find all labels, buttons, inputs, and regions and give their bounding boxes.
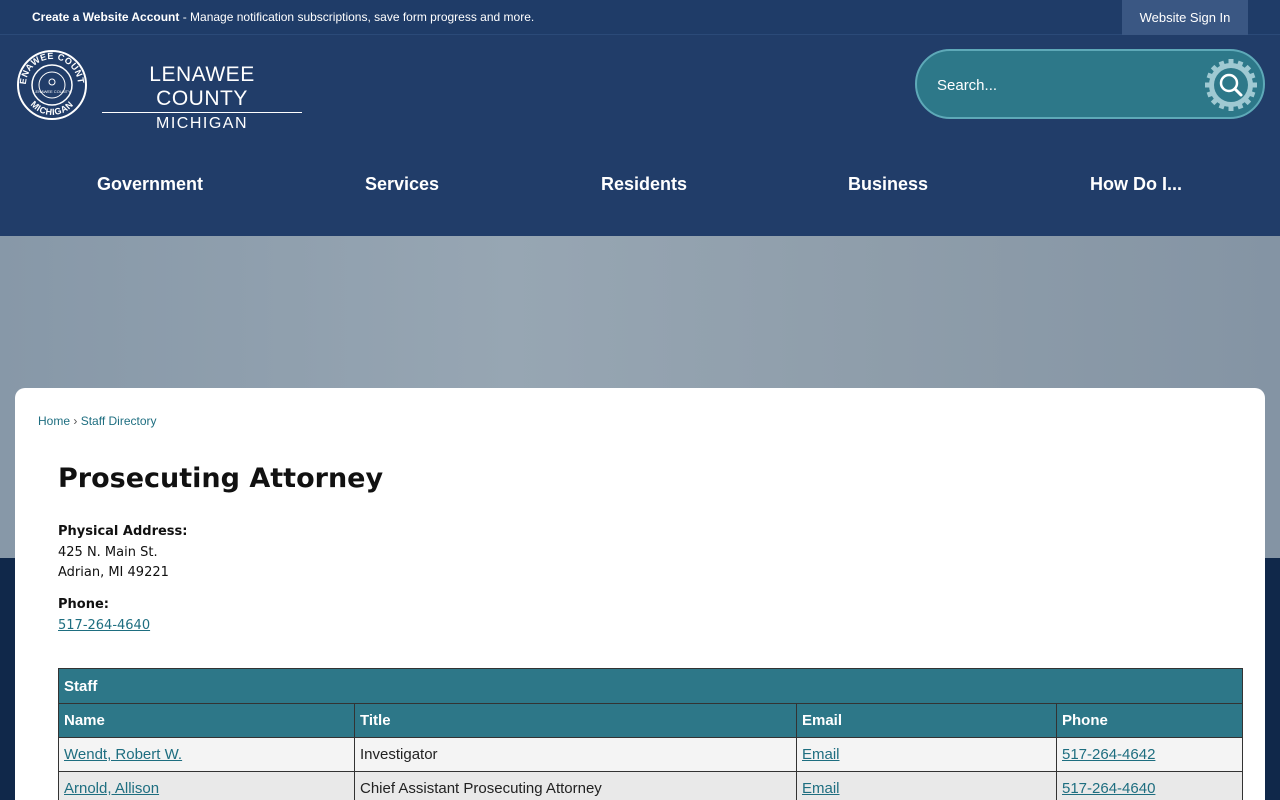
staff-name-link[interactable]: Wendt, Robert W. xyxy=(64,746,182,763)
main-navigation: Government Services Residents Business H… xyxy=(0,150,1280,220)
utility-bar: Create a Website Account - Manage notifi… xyxy=(0,0,1280,35)
nav-residents[interactable]: Residents xyxy=(601,174,687,195)
staff-phone-cell: 517-264-4640 xyxy=(1056,771,1243,800)
staff-title-cell: Investigator xyxy=(354,737,797,772)
nav-business[interactable]: Business xyxy=(848,174,928,195)
column-header-title: Title xyxy=(354,703,797,738)
search-box xyxy=(915,49,1265,119)
breadcrumb: Home › Staff Directory xyxy=(38,414,157,428)
staff-email-cell: Email xyxy=(796,737,1057,772)
breadcrumb-staff-directory[interactable]: Staff Directory xyxy=(81,414,157,428)
logo-wordmark: LENAWEE COUNTY MICHIGAN xyxy=(102,63,302,135)
table-row: Arnold, Allison Chief Assistant Prosecut… xyxy=(58,771,1243,800)
staff-email-cell: Email xyxy=(796,771,1057,800)
account-notice: Create a Website Account - Manage notifi… xyxy=(32,10,534,24)
page-title: Prosecuting Attorney xyxy=(58,463,384,494)
phone-label: Phone: xyxy=(58,597,109,612)
staff-phone-link[interactable]: 517-264-4642 xyxy=(1062,746,1155,763)
breadcrumb-home[interactable]: Home xyxy=(38,414,70,428)
staff-phone-cell: 517-264-4642 xyxy=(1056,737,1243,772)
staff-name-link[interactable]: Arnold, Allison xyxy=(64,780,159,797)
column-header-email: Email xyxy=(796,703,1057,738)
nav-services[interactable]: Services xyxy=(365,174,439,195)
nav-government[interactable]: Government xyxy=(97,174,203,195)
staff-name-cell: Wendt, Robert W. xyxy=(58,737,355,772)
staff-name-cell: Arnold, Allison xyxy=(58,771,355,800)
staff-table-caption: Staff xyxy=(58,668,1243,704)
address-line-2: Adrian, MI 49221 xyxy=(58,565,169,580)
staff-title-cell: Chief Assistant Prosecuting Attorney xyxy=(354,771,797,800)
staff-table: Staff Name Title Email Phone Wendt, Robe… xyxy=(58,668,1243,800)
staff-table-caption-row: Staff xyxy=(58,668,1243,704)
address-label: Physical Address: xyxy=(58,524,188,539)
address-line-1: 425 N. Main St. xyxy=(58,545,158,560)
create-account-link[interactable]: Create a Website Account xyxy=(32,10,179,24)
nav-how-do-i[interactable]: How Do I... xyxy=(1090,174,1182,195)
site-header: LENAWEE COUNTY MICHIGAN LENAWEE COUNTY L… xyxy=(0,35,1280,236)
staff-phone-link[interactable]: 517-264-4640 xyxy=(1062,780,1155,797)
staff-email-link[interactable]: Email xyxy=(802,780,840,797)
logo-state: MICHIGAN xyxy=(156,115,248,132)
account-notice-text: - Manage notification subscriptions, sav… xyxy=(179,10,535,24)
search-input[interactable] xyxy=(937,73,1197,97)
logo-county: LENAWEE COUNTY xyxy=(102,63,302,113)
site-logo[interactable]: LENAWEE COUNTY MICHIGAN LENAWEE COUNTY L… xyxy=(16,49,316,132)
website-sign-in-button[interactable]: Website Sign In xyxy=(1122,0,1248,35)
staff-table-header-row: Name Title Email Phone xyxy=(58,703,1243,738)
content-card: Home › Staff Directory Prosecuting Attor… xyxy=(15,388,1265,800)
column-header-name: Name xyxy=(58,703,355,738)
breadcrumb-separator: › xyxy=(73,414,78,428)
seal-center-text: LENAWEE COUNTY xyxy=(33,89,71,94)
department-phone-link[interactable]: 517-264-4640 xyxy=(58,618,150,633)
table-row: Wendt, Robert W. Investigator Email 517-… xyxy=(58,737,1243,772)
column-header-phone: Phone xyxy=(1056,703,1243,738)
staff-email-link[interactable]: Email xyxy=(802,746,840,763)
county-seal-icon: LENAWEE COUNTY MICHIGAN LENAWEE COUNTY xyxy=(16,49,87,120)
search-icon[interactable] xyxy=(1203,57,1259,113)
